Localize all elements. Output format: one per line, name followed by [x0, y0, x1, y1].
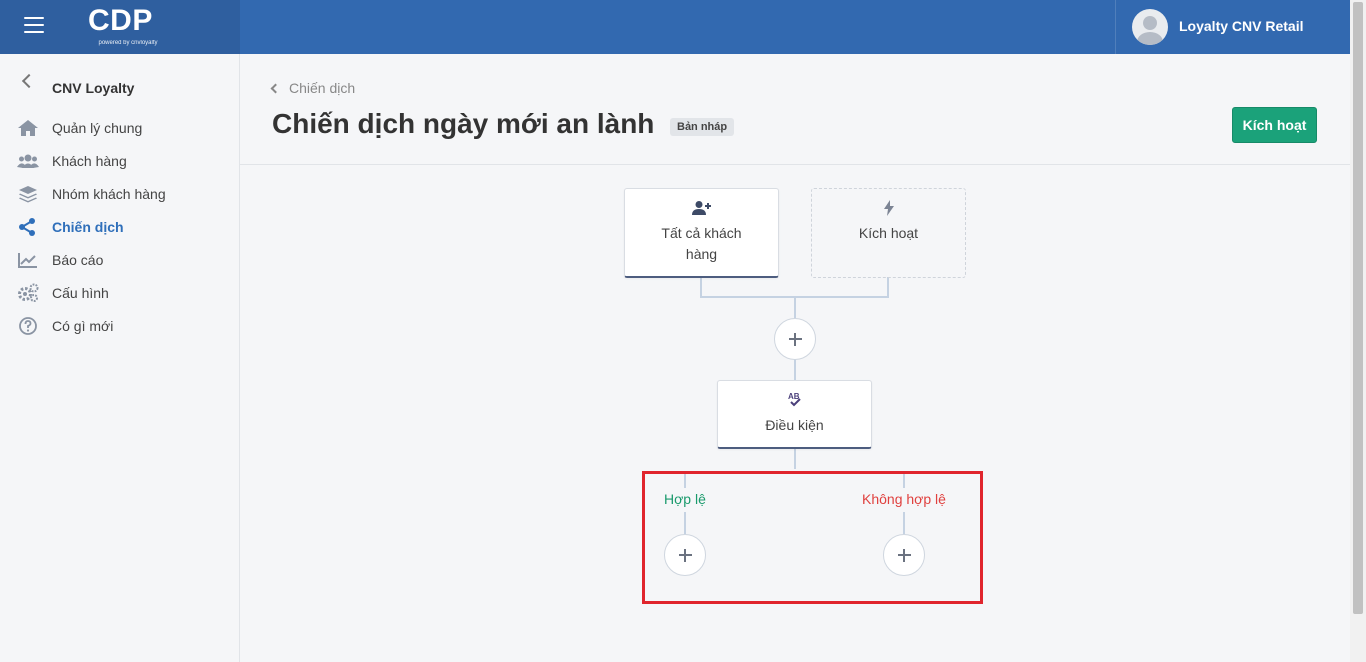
sidebar-item-label: Có gì mới [52, 318, 114, 334]
spell-check-icon: AB [788, 392, 801, 407]
scrollbar-thumb[interactable] [1353, 2, 1363, 614]
sidebar-title: CNV Loyalty [52, 80, 135, 96]
avatar [1132, 9, 1168, 45]
sidebar-item-label: Báo cáo [52, 252, 104, 268]
connector [887, 277, 889, 297]
page-title: Chiến dịch ngày mới an lành [272, 108, 655, 139]
home-icon [18, 120, 38, 136]
sidebar-item-label: Cấu hình [52, 285, 109, 301]
chevron-left-icon [21, 73, 37, 89]
sidebar-item-reports[interactable]: Báo cáo [0, 243, 239, 276]
sidebar-item-label: Khách hàng [52, 153, 127, 169]
top-bar: CDP powered by cnvloyalty Loyalty CNV Re… [0, 0, 1350, 54]
bolt-icon [883, 200, 894, 216]
divider [240, 164, 1350, 165]
sidebar-item-customer-groups[interactable]: Nhóm khách hàng [0, 177, 239, 210]
sidebar-item-overview[interactable]: Quản lý chung [0, 111, 239, 144]
connector [794, 296, 796, 318]
user-menu[interactable]: Loyalty CNV Retail [1115, 0, 1350, 54]
audience-node[interactable]: Tất cả khách hàng [624, 188, 779, 278]
question-circle-icon [19, 317, 37, 335]
sidebar-item-label: Chiến dịch [52, 219, 124, 235]
add-invalid-step-button[interactable] [883, 534, 925, 576]
connector [903, 474, 905, 488]
brand-zone: CDP powered by cnvloyalty [0, 0, 240, 54]
chart-line-icon [18, 253, 37, 268]
breadcrumb[interactable]: Chiến dịch [270, 80, 356, 96]
condition-label: Điều kiện [765, 417, 824, 433]
add-step-button[interactable] [774, 318, 816, 360]
connector [903, 512, 905, 534]
audience-label-line2: hàng [685, 246, 718, 262]
layers-icon [19, 186, 37, 203]
sidebar-item-campaigns[interactable]: Chiến dịch [0, 210, 239, 243]
back-button[interactable] [20, 73, 37, 89]
sidebar-item-whats-new[interactable]: Có gì mới [0, 309, 239, 342]
connector [794, 448, 796, 469]
menu-icon[interactable] [24, 17, 44, 35]
audience-label-line1: Tất cả khách [661, 225, 742, 241]
gears-icon [18, 283, 39, 302]
sidebar-item-label: Nhóm khách hàng [52, 186, 166, 202]
user-plus-icon [691, 201, 711, 215]
connector [684, 512, 686, 534]
users-icon [17, 154, 39, 168]
scrollbar[interactable] [1350, 0, 1366, 662]
branch-invalid-label: Không hợp lệ [862, 491, 946, 507]
activate-button[interactable]: Kích hoạt [1232, 107, 1317, 143]
share-icon [19, 218, 35, 236]
sidebar-item-settings[interactable]: Cấu hình [0, 276, 239, 309]
condition-node[interactable]: AB Điều kiện [717, 380, 872, 449]
trigger-node[interactable]: Kích hoạt [811, 188, 966, 278]
chevron-left-icon [270, 83, 281, 93]
breadcrumb-label: Chiến dịch [289, 80, 356, 96]
sidebar: CNV Loyalty Quản lý chung Khách hàng Nhó… [0, 54, 240, 662]
logo[interactable]: CDP powered by cnvloyalty [88, 4, 168, 50]
trigger-label: Kích hoạt [858, 225, 919, 241]
user-name: Loyalty CNV Retail [1179, 18, 1304, 34]
connector [700, 277, 702, 297]
add-valid-step-button[interactable] [664, 534, 706, 576]
connector [684, 474, 686, 488]
logo-subtitle: powered by cnvloyalty [98, 40, 158, 46]
status-badge: Bản nháp [670, 118, 735, 136]
sidebar-item-label: Quản lý chung [52, 120, 143, 136]
audience-label: Tất cả khách hàng [625, 223, 778, 265]
sidebar-item-customers[interactable]: Khách hàng [0, 144, 239, 177]
logo-text: CDP [88, 4, 153, 37]
connector [794, 359, 796, 381]
branch-valid-label: Hợp lệ [664, 491, 706, 507]
